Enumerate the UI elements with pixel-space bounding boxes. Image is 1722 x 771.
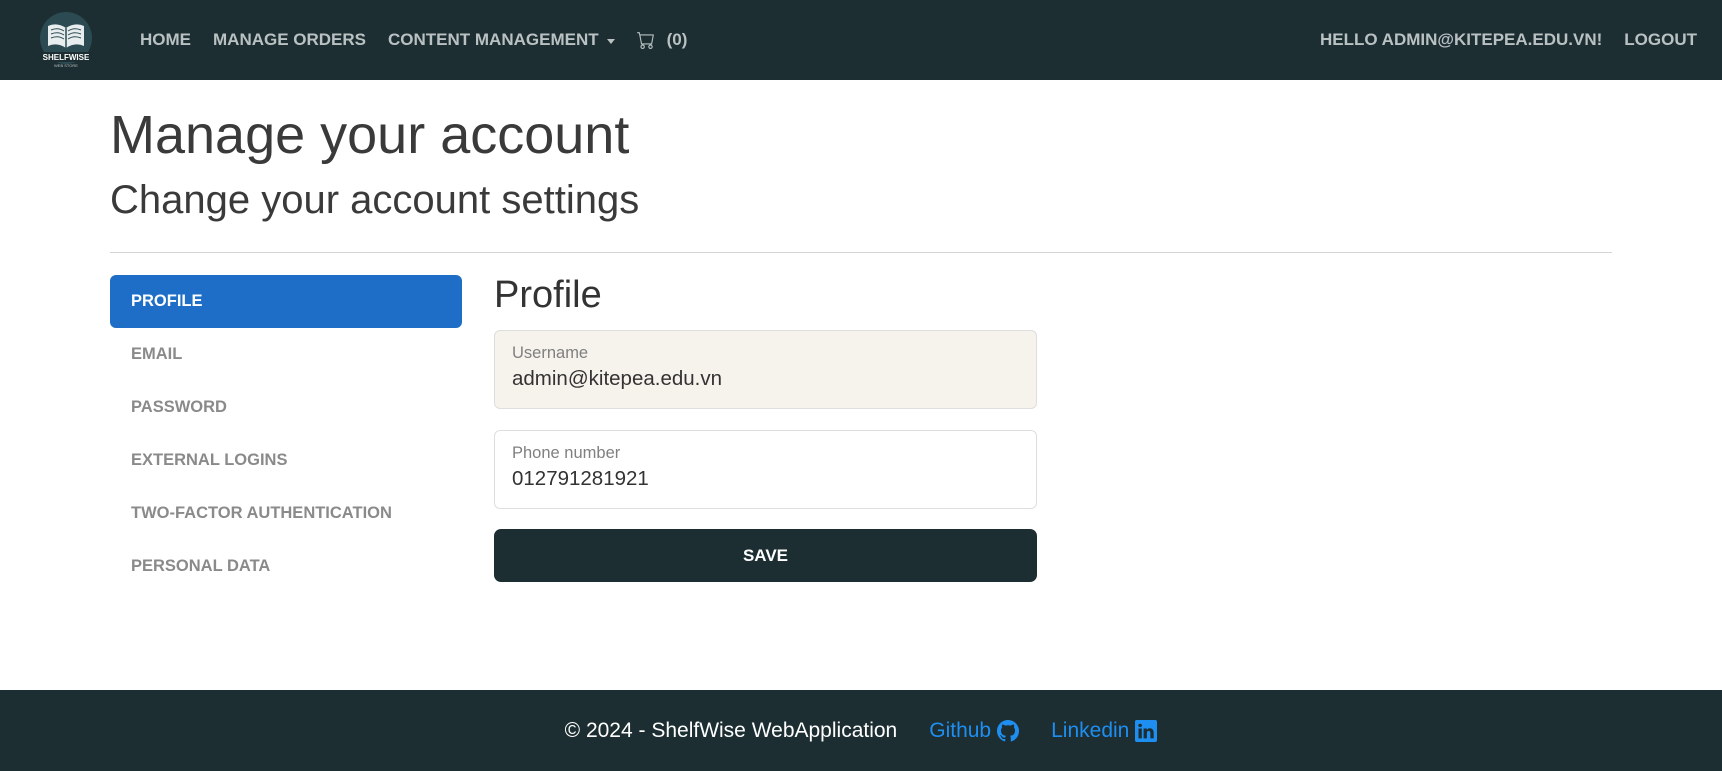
phone-number-input[interactable] bbox=[512, 467, 1017, 491]
save-button[interactable]: SAVE bbox=[494, 529, 1037, 582]
linkedin-link[interactable]: Linkedin bbox=[1051, 718, 1158, 743]
sidenav-item-two-factor-authentication[interactable]: TWO-FACTOR AUTHENTICATION bbox=[110, 487, 462, 540]
footer-copyright: © 2024 - ShelfWise WebApplication bbox=[564, 718, 898, 742]
dropdown-label: CONTENT MANAGEMENT bbox=[388, 30, 599, 49]
linkedin-icon bbox=[1135, 719, 1158, 742]
github-link-label: Github bbox=[929, 718, 992, 742]
username-input[interactable] bbox=[512, 367, 1017, 391]
logo-text: SHELFWISE bbox=[43, 53, 90, 62]
account-sidenav: PROFILE EMAIL PASSWORD EXTERNAL LOGINS T… bbox=[110, 275, 462, 593]
page-title: Manage your account bbox=[110, 105, 630, 165]
caret-down-icon bbox=[606, 38, 615, 44]
linkedin-link-label: Linkedin bbox=[1051, 718, 1130, 742]
user-greeting-link[interactable]: HELLO ADMIN@KITEPEA.EDU.VN! bbox=[1320, 30, 1602, 50]
sidenav-item-password[interactable]: PASSWORD bbox=[110, 381, 462, 434]
divider bbox=[110, 252, 1612, 253]
sidenav-item-profile[interactable]: PROFILE bbox=[110, 275, 462, 328]
profile-section-title: Profile bbox=[494, 274, 602, 316]
shelfwise-logo[interactable]: SHELFWISE WEB STORE bbox=[36, 12, 96, 68]
phone-number-label: Phone number bbox=[512, 444, 621, 462]
page-subtitle: Change your account settings bbox=[110, 178, 640, 222]
cart-link[interactable]: (0) bbox=[636, 30, 688, 50]
nav-manage-orders-link[interactable]: MANAGE ORDERS bbox=[213, 30, 366, 50]
github-icon bbox=[997, 719, 1020, 741]
logout-button[interactable]: LOGOUT bbox=[1624, 30, 1697, 50]
sidenav-item-external-logins[interactable]: EXTERNAL LOGINS bbox=[110, 434, 462, 487]
sidenav-item-email[interactable]: EMAIL bbox=[110, 328, 462, 381]
username-field: Username bbox=[494, 330, 1037, 409]
cart-icon bbox=[636, 32, 654, 49]
footer: © 2024 - ShelfWise WebApplication Github… bbox=[0, 690, 1722, 771]
nav-content-management-dropdown[interactable]: CONTENT MANAGEMENT bbox=[388, 30, 615, 50]
top-navbar: SHELFWISE WEB STORE HOME MANAGE ORDERS C… bbox=[0, 0, 1722, 80]
phone-number-field: Phone number bbox=[494, 430, 1037, 509]
sidenav-item-personal-data[interactable]: PERSONAL DATA bbox=[110, 540, 462, 593]
cart-count: (0) bbox=[666, 30, 688, 49]
nav-home-link[interactable]: HOME bbox=[140, 30, 191, 50]
username-label: Username bbox=[512, 344, 589, 362]
github-link[interactable]: Github bbox=[929, 718, 1020, 743]
logo-subtext: WEB STORE bbox=[54, 63, 78, 68]
